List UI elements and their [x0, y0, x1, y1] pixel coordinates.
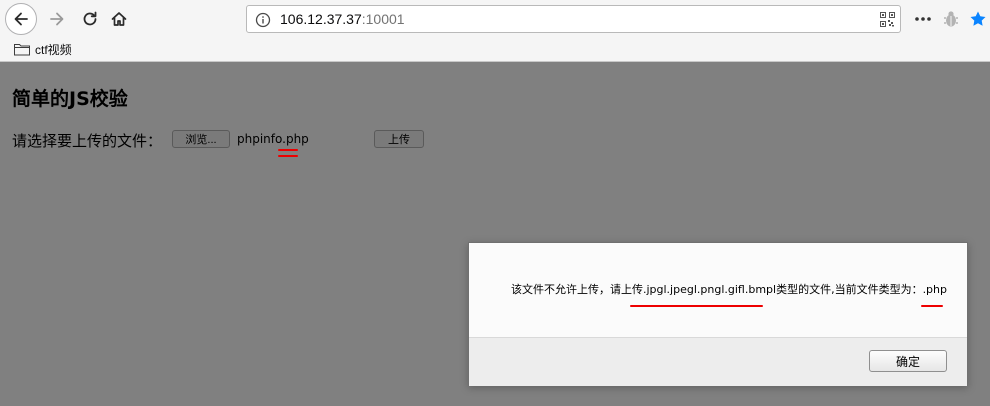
- bookmarks-toolbar: ctf视频: [0, 38, 990, 62]
- back-arrow-icon: [14, 12, 28, 26]
- forward-arrow-icon: [50, 12, 64, 26]
- bookmark-ctf-folder[interactable]: ctf视频: [14, 41, 72, 58]
- qr-code-icon[interactable]: [880, 12, 895, 27]
- annotation-underline: [630, 305, 763, 307]
- page-title: 简单的JS校验: [12, 88, 128, 110]
- back-button[interactable]: [5, 3, 37, 35]
- url-text[interactable]: 106.12.37.37:10001: [280, 11, 405, 27]
- extension-button[interactable]: [940, 6, 962, 32]
- url-port: :10001: [361, 11, 405, 27]
- more-dots-icon: [915, 17, 931, 21]
- folder-icon: [14, 44, 30, 56]
- upload-button[interactable]: 上传: [374, 130, 424, 148]
- more-button[interactable]: [912, 6, 934, 32]
- reload-button[interactable]: [77, 6, 103, 32]
- annotation-underline: [278, 155, 298, 157]
- annotation-underline: [921, 305, 943, 307]
- home-button[interactable]: [106, 6, 132, 32]
- selected-file-name: phpinfo.php: [237, 132, 309, 146]
- ok-button[interactable]: 确定: [869, 350, 947, 372]
- dialog-footer: 确定: [469, 337, 967, 386]
- dialog-message: 该文件不允许上传，请上传.jpgl.jpegl.pngl.gifl.bmpl类型…: [510, 283, 947, 296]
- browser-toolbar: 106.12.37.37:10001: [0, 0, 990, 38]
- file-select-label: 请选择要上传的文件：: [12, 132, 163, 150]
- home-icon: [111, 12, 127, 26]
- alert-dialog: 该文件不允许上传，请上传.jpgl.jpegl.pngl.gifl.bmpl类型…: [468, 242, 968, 386]
- reload-icon: [83, 11, 97, 26]
- forward-button[interactable]: [44, 6, 70, 32]
- annotation-underline: [278, 149, 298, 151]
- star-icon: [970, 11, 986, 26]
- bookmark-star-button[interactable]: [966, 6, 990, 32]
- url-bar[interactable]: 106.12.37.37:10001: [246, 5, 901, 33]
- bookmark-label: ctf视频: [35, 43, 72, 57]
- browse-button[interactable]: 浏览...: [172, 130, 230, 148]
- dialog-body: 该文件不允许上传，请上传.jpgl.jpegl.pngl.gifl.bmpl类型…: [469, 243, 967, 337]
- info-icon[interactable]: [255, 12, 271, 28]
- bug-icon: [944, 11, 958, 27]
- url-host: 106.12.37.37: [280, 11, 362, 27]
